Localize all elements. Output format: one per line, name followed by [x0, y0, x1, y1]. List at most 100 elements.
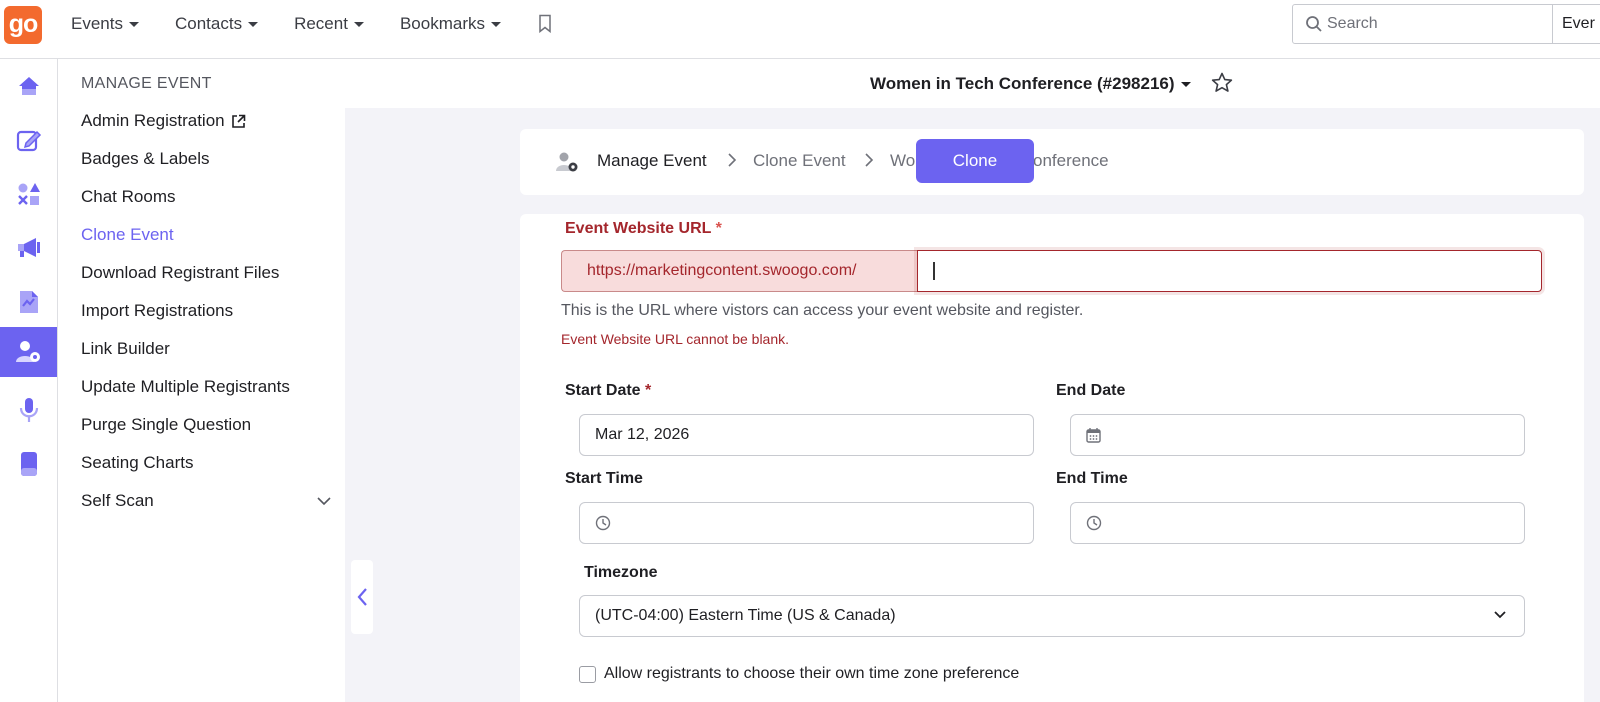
clock-icon [1086, 515, 1102, 531]
manage-event-icon [556, 152, 578, 172]
rail-megaphone[interactable] [0, 223, 57, 273]
rail-microphone[interactable] [0, 385, 57, 435]
clone-button[interactable]: Clone [916, 139, 1034, 183]
menu-item-chat-rooms[interactable]: Chat Rooms [81, 187, 175, 207]
url-error-message: Event Website URL cannot be blank. [561, 331, 790, 347]
nav-recent[interactable]: Recent [294, 14, 364, 34]
menu-item-link-builder[interactable]: Link Builder [81, 339, 170, 359]
menu-item-admin-registration[interactable]: Admin Registration [81, 111, 246, 131]
allow-timezone-checkbox[interactable] [579, 666, 596, 683]
chevron-right-icon [865, 153, 874, 167]
microphone-icon [19, 398, 38, 422]
breadcrumb-manage-event[interactable]: Manage Event [597, 151, 707, 171]
external-link-icon [231, 114, 245, 128]
search-input[interactable]: Search [1292, 4, 1553, 44]
menu-item-update-multiple-registrants[interactable]: Update Multiple Registrants [81, 377, 290, 397]
nav-events[interactable]: Events [71, 14, 139, 34]
menu-title: MANAGE EVENT [81, 75, 212, 92]
event-website-url-label: Event Website URL * [565, 220, 722, 238]
clock-icon [595, 515, 611, 531]
edit-icon [16, 130, 41, 152]
chevron-down-icon [317, 496, 331, 505]
menu-item-import-registrations[interactable]: Import Registrations [81, 301, 233, 321]
search-scope-select[interactable]: Ever [1552, 4, 1600, 44]
report-icon [19, 291, 38, 313]
menu-item-download-registrant-files[interactable]: Download Registrant Files [81, 263, 279, 283]
end-date-label: End Date [1056, 382, 1126, 399]
start-time-input[interactable] [579, 502, 1034, 544]
home-icon [18, 77, 39, 95]
nav-recent-label: Recent [294, 14, 348, 33]
required-mark: * [645, 382, 652, 399]
top-nav-menu: Events Contacts Recent Bookmarks [71, 14, 537, 34]
breadcrumb-clone-event[interactable]: Clone Event [753, 151, 846, 171]
device-icon [20, 452, 37, 476]
menu-item-label: Self Scan [81, 491, 154, 510]
calendar-icon [1086, 428, 1101, 443]
rail-manage-event[interactable] [0, 327, 57, 377]
search-icon [1306, 16, 1322, 32]
timezone-value: (UTC-04:00) Eastern Time (US & Canada) [595, 607, 896, 624]
breadcrumb: Manage Event Clone Event Wo onference Cl… [520, 129, 1584, 195]
search-placeholder: Search [1327, 15, 1378, 32]
menu-item-label: Admin Registration [81, 111, 225, 130]
menu-item-purge-single-question[interactable]: Purge Single Question [81, 415, 251, 435]
chevron-down-icon [1494, 611, 1506, 619]
nav-contacts[interactable]: Contacts [174, 14, 259, 34]
nav-bookmarks[interactable]: Bookmarks [400, 14, 501, 34]
timezone-select[interactable]: (UTC-04:00) Eastern Time (US & Canada) [579, 595, 1525, 637]
caret-down-icon [353, 21, 364, 27]
end-date-input[interactable] [1070, 414, 1525, 456]
rail-report[interactable] [0, 277, 57, 327]
menu-item-clone-event[interactable]: Clone Event [81, 225, 174, 245]
shapes-icon [17, 183, 40, 205]
megaphone-icon [17, 238, 40, 257]
menu-item-seating-charts[interactable]: Seating Charts [81, 453, 193, 473]
menu-item-badges-labels[interactable]: Badges & Labels [81, 149, 210, 169]
rail-edit[interactable] [0, 115, 57, 165]
timezone-label: Timezone [584, 564, 658, 581]
start-date-label-text: Start Date [565, 382, 641, 399]
menu-item-label: Update Multiple Registrants [81, 377, 290, 396]
clone-event-form: Event Website URL * https://marketingcon… [520, 214, 1584, 702]
menu-item-label: Chat Rooms [81, 187, 176, 206]
menu-item-label: Import Registrations [81, 301, 234, 320]
menu-item-label: Purge Single Question [81, 415, 252, 434]
breadcrumb-event-name-end: onference [1033, 151, 1109, 170]
menu-item-label: Badges & Labels [81, 149, 210, 168]
start-date-value: Mar 12, 2026 [595, 426, 690, 443]
manage-event-icon [15, 341, 40, 362]
swoogo-logo[interactable]: go [4, 6, 42, 44]
event-selector[interactable]: Women in Tech Conference (#298216) [870, 74, 1191, 94]
menu-item-self-scan[interactable]: Self Scan [81, 491, 331, 511]
menu-item-label: Clone Event [81, 225, 174, 244]
url-prefix: https://marketingcontent.swoogo.com/ [561, 250, 917, 292]
required-mark: * [715, 220, 722, 237]
end-time-input[interactable] [1070, 502, 1525, 544]
rail-shapes[interactable] [0, 169, 57, 219]
search-scope-label: Ever [1562, 15, 1595, 32]
chevron-left-icon [357, 588, 367, 606]
caret-down-icon [248, 21, 259, 27]
start-date-input[interactable]: Mar 12, 2026 [579, 414, 1034, 456]
manage-event-menu: MANAGE EVENT Admin Registration Badges &… [59, 59, 345, 702]
menu-item-label: Download Registrant Files [81, 263, 280, 282]
event-website-url-input[interactable] [917, 250, 1542, 292]
breadcrumb-event-name-start: Wo [890, 151, 916, 170]
chevron-right-icon [728, 153, 737, 167]
collapse-sidebar-button[interactable] [351, 560, 373, 634]
nav-bookmarks-label: Bookmarks [399, 14, 485, 33]
nav-events-label: Events [71, 14, 123, 33]
rail-device[interactable] [0, 439, 57, 489]
star-icon[interactable] [1211, 72, 1233, 98]
nav-contacts-label: Contacts [174, 14, 243, 33]
url-help-text: This is the URL where vistors can access… [561, 302, 1084, 319]
caret-down-icon [1180, 81, 1191, 87]
event-title: Women in Tech Conference (#298216) [870, 74, 1175, 93]
start-date-label: Start Date * [565, 382, 651, 400]
top-navigation-bar: go Events Contacts Recent Bookmarks Sear… [0, 0, 1600, 59]
rail-home[interactable] [0, 61, 57, 111]
start-time-label: Start Time [565, 470, 643, 487]
caret-down-icon [128, 21, 139, 27]
bookmark-icon[interactable] [538, 14, 552, 38]
